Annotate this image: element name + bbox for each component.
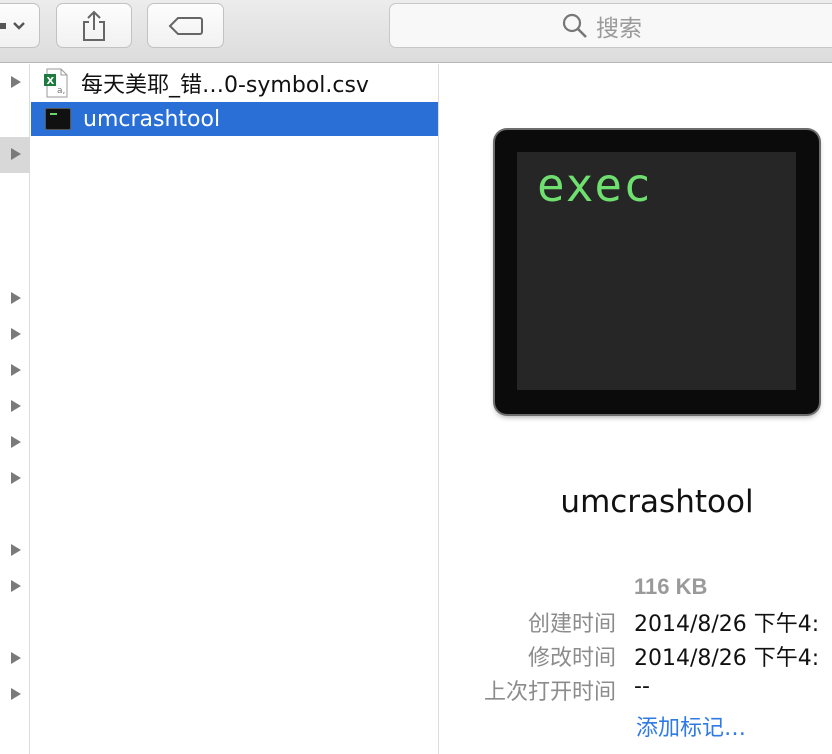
icon-label: exec (537, 158, 652, 212)
add-tags-link[interactable]: 添加标记… (636, 710, 746, 742)
tags-button[interactable] (147, 3, 224, 48)
file-size: 116 KB (634, 574, 708, 599)
disclosure-triangle-icon[interactable] (11, 688, 21, 700)
file-list-column: X a, 每天美耶_错…0-symbol.csv umcrashtool (31, 64, 439, 754)
unix-executable-icon (45, 108, 71, 130)
created-label: 创建时间 (527, 612, 616, 637)
disclosure-triangle-icon[interactable] (11, 328, 21, 340)
modified-value: 2014/8/26 下午4: (634, 646, 820, 671)
preview-pane: exec umcrashtool 116 KB 创建时间 2014/8/26 下… (440, 64, 832, 754)
toolbar: 搜索 (0, 0, 832, 63)
search-field[interactable]: 搜索 (389, 3, 832, 48)
chevron-down-icon (0, 21, 25, 30)
disclosure-triangle-icon[interactable] (11, 544, 21, 556)
unix-executable-large-icon: exec (495, 130, 819, 414)
last-opened-value: -- (634, 674, 650, 699)
disclosure-triangle-icon[interactable] (11, 580, 21, 592)
file-name: 每天美耶_错…0-symbol.csv (81, 73, 369, 98)
list-item[interactable]: X a, 每天美耶_错…0-symbol.csv (31, 66, 438, 100)
tag-icon (168, 16, 203, 35)
disclosure-triangle-icon[interactable] (11, 148, 21, 160)
search-icon (562, 13, 587, 38)
last-opened-label: 上次打开时间 (483, 680, 616, 705)
disclosure-triangle-icon[interactable] (11, 652, 21, 664)
last-opened-row: 上次打开时间 -- (440, 674, 832, 705)
search-placeholder: 搜索 (596, 15, 642, 42)
svg-text:a,: a, (57, 86, 65, 96)
disclosure-triangle-icon[interactable] (11, 400, 21, 412)
disclosure-triangle-icon[interactable] (11, 292, 21, 304)
modified-row: 修改时间 2014/8/26 下午4: (440, 640, 832, 671)
excel-csv-icon: X a, (44, 68, 68, 98)
modified-label: 修改时间 (527, 646, 616, 671)
created-row: 创建时间 2014/8/26 下午4: (440, 606, 832, 637)
disclosure-triangle-icon[interactable] (11, 472, 21, 484)
terminal-screen: exec (517, 152, 796, 390)
list-item-selected[interactable]: umcrashtool (31, 102, 438, 136)
disclosure-triangle-icon[interactable] (11, 364, 21, 376)
file-name: umcrashtool (83, 106, 221, 132)
preview-file-name: umcrashtool (560, 484, 754, 520)
parent-column[interactable] (0, 64, 30, 754)
svg-text:X: X (47, 76, 55, 87)
share-icon (83, 10, 105, 41)
disclosure-triangle-icon[interactable] (11, 76, 21, 88)
disclosure-triangle-icon[interactable] (11, 436, 21, 448)
share-button[interactable] (56, 3, 132, 48)
action-menu-button[interactable] (0, 3, 40, 48)
created-value: 2014/8/26 下午4: (634, 612, 820, 637)
